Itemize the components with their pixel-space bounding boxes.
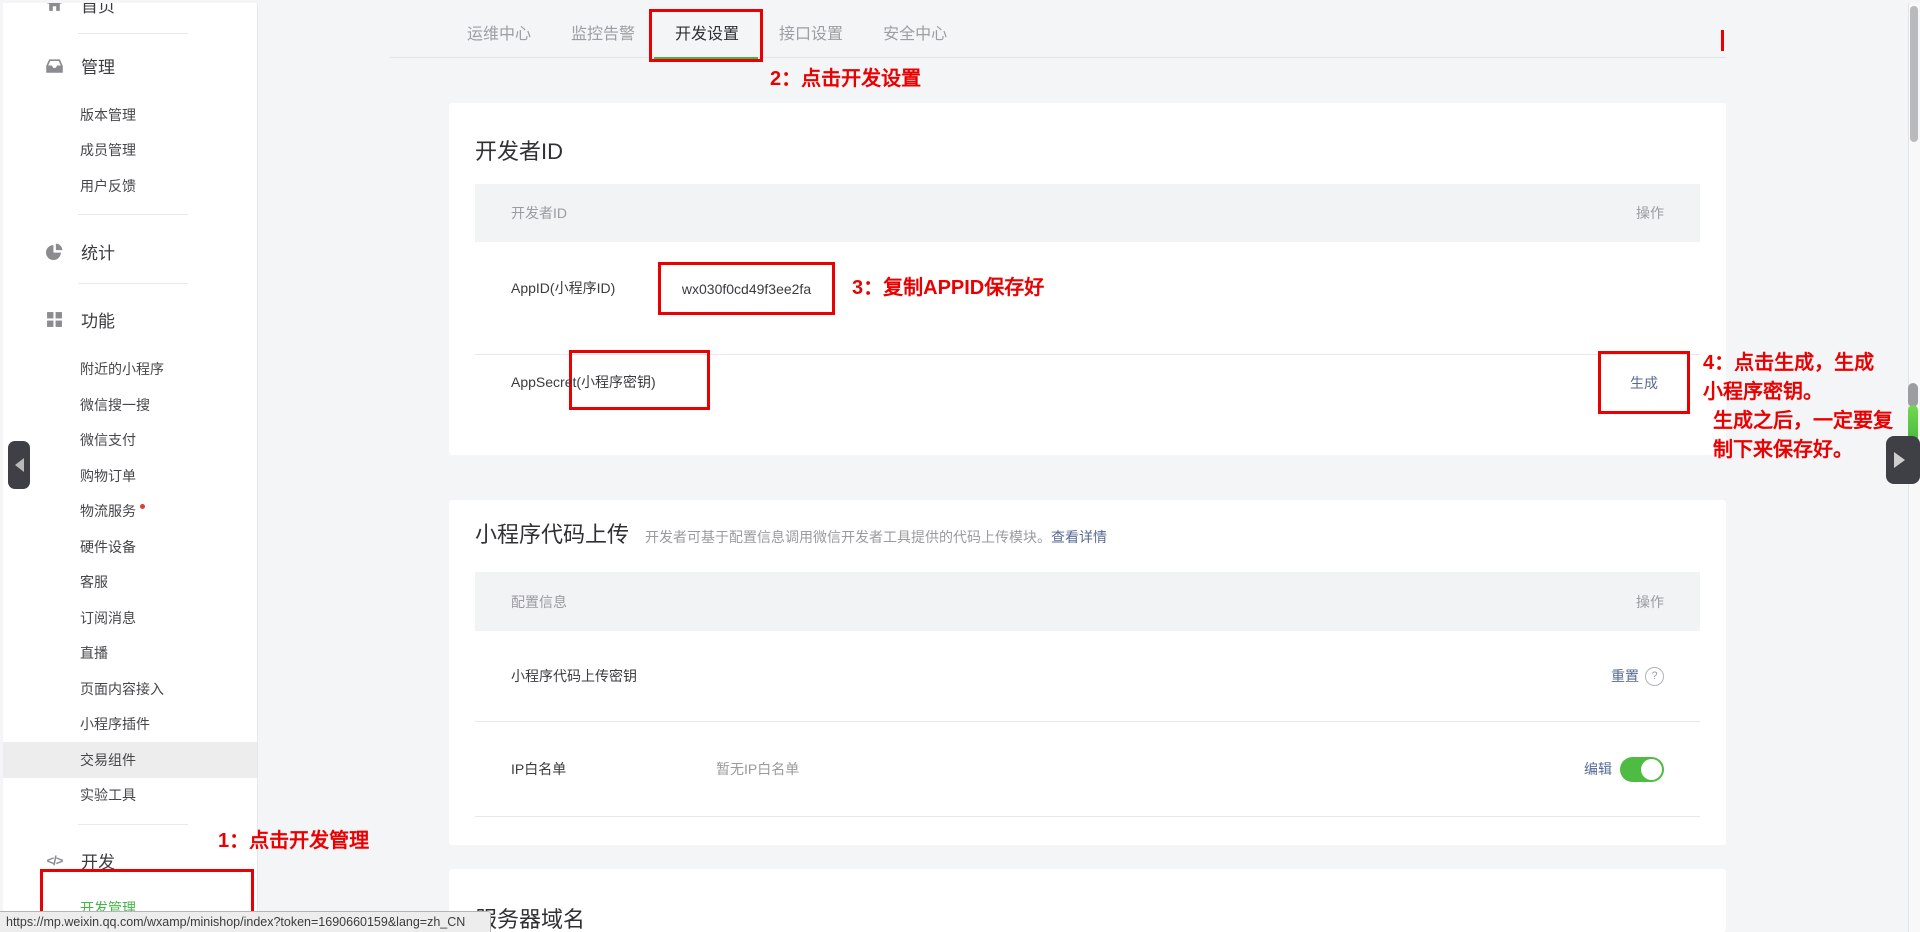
ip-whitelist-value: 暂无IP白名单 — [716, 759, 799, 779]
column-header: 配置信息 — [511, 592, 567, 612]
tab-api-settings[interactable]: 接口设置 — [779, 20, 843, 44]
sidebar-item-manage[interactable]: 管理 — [3, 47, 257, 83]
ip-whitelist-label: IP白名单 — [511, 759, 716, 779]
annotation-step1: 1：点击开发管理 — [218, 824, 369, 853]
annotation-box-appid: wx030f0cd49f3ee2fa — [658, 262, 835, 315]
appid-label: AppID(小程序ID) — [511, 262, 658, 315]
column-header: 开发者ID — [511, 203, 567, 223]
code-upload-section: 小程序代码上传 开发者可基于配置信息调用微信开发者工具提供的代码上传模块。 查看… — [449, 500, 1726, 845]
sidebar-item-label: 管理 — [81, 53, 115, 78]
chevron-right-icon — [1894, 452, 1905, 468]
chevron-left-icon — [15, 458, 24, 472]
sidebar-divider — [78, 283, 188, 284]
tab-operations-center[interactable]: 运维中心 — [467, 20, 531, 44]
sidebar-divider — [78, 33, 188, 34]
sidebar-item-miniprogram-plugin[interactable]: 小程序插件 — [3, 707, 257, 743]
annotation-box-tab — [649, 9, 763, 62]
section-title-server-domain: 服务器域名 — [475, 905, 1700, 932]
sidebar-item-experiment-tools[interactable]: 实验工具 — [3, 778, 257, 814]
sidebar-item-label: 功能 — [81, 307, 115, 332]
sidebar-item-label: 统计 — [81, 239, 115, 264]
sidebar-item-label: 物流服务 — [80, 501, 136, 521]
sidebar-item-customer-service[interactable]: 客服 — [3, 565, 257, 601]
sidebar-item-user-feedback[interactable]: 用户反馈 — [3, 168, 257, 204]
sidebar-item-trade-component[interactable]: 交易组件 — [3, 742, 257, 778]
ip-whitelist-toggle[interactable] — [1620, 757, 1664, 782]
table-header: 开发者ID 操作 — [475, 184, 1700, 242]
sidebar-item-live[interactable]: 直播 — [3, 636, 257, 672]
sidebar-item-nearby-miniprogram[interactable]: 附近的小程序 — [3, 352, 257, 388]
section-description: 开发者可基于配置信息调用微信开发者工具提供的代码上传模块。 — [645, 527, 1051, 547]
sidebar-item-home[interactable]: 首页 — [3, 3, 257, 21]
home-icon — [46, 3, 63, 13]
appid-value: wx030f0cd49f3ee2fa — [682, 281, 811, 297]
tabbar-divider — [390, 57, 1726, 58]
reset-button[interactable]: 重置 — [1611, 666, 1639, 686]
grid-icon — [46, 311, 63, 328]
annotation-line: 4：点击生成，生成 — [1703, 349, 1920, 378]
settings-tab-bar: 运维中心 监控告警 开发设置 接口设置 安全中心 — [257, 3, 1908, 60]
annotation-line: 生成之后，一定要复 — [1703, 407, 1920, 436]
table-header: 配置信息 操作 — [475, 572, 1700, 631]
column-header-action: 操作 — [1636, 592, 1664, 612]
sidebar-item-hardware-devices[interactable]: 硬件设备 — [3, 529, 257, 565]
annotation-step2: 2：点击开发设置 — [770, 62, 921, 91]
expand-panel-button[interactable] — [1886, 436, 1920, 484]
sidebar-item-version-management[interactable]: 版本管理 — [3, 97, 257, 133]
mini-scrollbar-cap — [1908, 383, 1918, 407]
server-domain-section: 服务器域名 — [449, 869, 1726, 932]
table-row-appid: AppID(小程序ID) wx030f0cd49f3ee2fa 3：复制APPI… — [475, 242, 1700, 355]
sidebar-item-wechat-pay[interactable]: 微信支付 — [3, 423, 257, 459]
table-row-appsecret: AppSecret(小程序密钥) 生成 — [475, 355, 1700, 472]
pie-chart-icon — [46, 243, 63, 260]
view-details-link[interactable]: 查看详情 — [1051, 527, 1107, 547]
sidebar-item-shopping-orders[interactable]: 购物订单 — [3, 458, 257, 494]
generate-button[interactable]: 生成 — [1630, 373, 1658, 393]
sidebar-item-subscribe-message[interactable]: 订阅消息 — [3, 600, 257, 636]
sidebar-item-logistics-service[interactable]: 物流服务 — [3, 494, 257, 530]
annotation-line: 小程序密钥。 — [1703, 378, 1920, 407]
tab-monitor-alarm[interactable]: 监控告警 — [571, 20, 635, 44]
sidebar-item-page-content[interactable]: 页面内容接入 — [3, 671, 257, 707]
annotation-step3: 3：复制APPID保存好 — [852, 262, 1044, 315]
sidebar-divider — [78, 824, 188, 825]
question-mark-icon[interactable]: ? — [1645, 667, 1664, 686]
table-row-ip-whitelist: IP白名单 暂无IP白名单 编辑 — [475, 722, 1700, 817]
table-row-upload-key: 小程序代码上传密钥 重置 ? — [475, 631, 1700, 722]
developer-id-section: 开发者ID 开发者ID 操作 AppID(小程序ID) wx030f0cd49f… — [449, 103, 1726, 455]
edit-button[interactable]: 编辑 — [1584, 759, 1612, 779]
sidebar-item-member-management[interactable]: 成员管理 — [3, 133, 257, 169]
sidebar-divider — [78, 214, 188, 215]
upload-key-label: 小程序代码上传密钥 — [511, 666, 637, 686]
red-tick-mark — [1721, 30, 1724, 51]
sidebar: 首页 管理 版本管理 成员管理 用户反馈 统计 功能 附近的小程序 微信搜一搜 — [3, 3, 258, 932]
annotation-box-generate: 生成 — [1598, 351, 1690, 414]
section-title-developer-id: 开发者ID — [475, 137, 1700, 167]
tab-security-center[interactable]: 安全中心 — [883, 20, 947, 44]
sidebar-item-features[interactable]: 功能 — [3, 302, 257, 338]
appsecret-label: AppSecret(小程序密钥) — [511, 372, 656, 392]
section-title-code-upload: 小程序代码上传 — [475, 520, 629, 550]
new-badge-dot — [140, 504, 145, 509]
column-header-action: 操作 — [1636, 203, 1664, 223]
wechat-miniprogram-admin-page: 首页 管理 版本管理 成员管理 用户反馈 统计 功能 附近的小程序 微信搜一搜 — [0, 0, 1920, 932]
code-icon: </> — [46, 852, 63, 869]
scrollbar-thumb[interactable] — [1910, 6, 1918, 142]
toggle-knob — [1641, 759, 1662, 780]
collapse-sidebar-button[interactable] — [8, 441, 30, 489]
inbox-icon — [46, 57, 63, 74]
sidebar-item-statistics[interactable]: 统计 — [3, 234, 257, 270]
browser-status-url: https://mp.weixin.qq.com/wxamp/minishop/… — [0, 911, 491, 932]
sidebar-item-label: 首页 — [81, 3, 115, 17]
sidebar-item-wechat-search[interactable]: 微信搜一搜 — [3, 387, 257, 423]
